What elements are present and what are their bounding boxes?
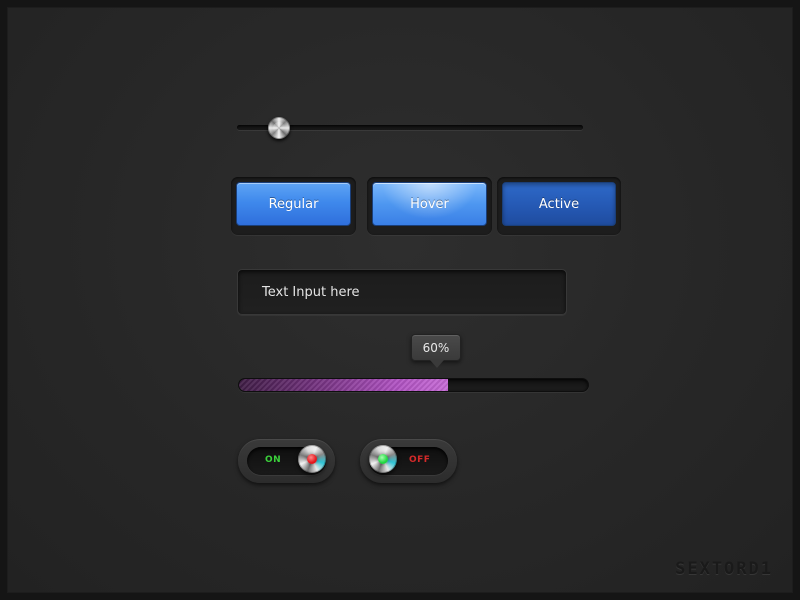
status-dot-icon xyxy=(307,454,317,464)
toggle-on-track: ON xyxy=(247,445,326,475)
toggle-on-label: ON xyxy=(265,455,282,465)
active-button[interactable]: Active xyxy=(502,182,616,226)
toggle-off-knob[interactable] xyxy=(369,445,397,473)
regular-button-frame: Regular xyxy=(231,177,356,235)
progress-fill xyxy=(239,379,448,391)
toggle-off[interactable]: OFF xyxy=(360,439,457,483)
sextord-watermark: SEXTORD1 xyxy=(675,559,773,579)
slider-knob[interactable] xyxy=(268,117,291,139)
progress-bar xyxy=(238,378,589,392)
status-dot-icon xyxy=(378,454,388,464)
hover-button[interactable]: Hover xyxy=(372,182,487,226)
active-button-frame: Active xyxy=(497,177,621,235)
toggle-off-track: OFF xyxy=(369,445,448,475)
toggle-off-label: OFF xyxy=(409,455,431,465)
progress-tooltip: 60% xyxy=(411,334,461,368)
toggle-on[interactable]: ON xyxy=(238,439,335,483)
toggle-on-knob[interactable] xyxy=(298,445,326,473)
text-input-field[interactable]: Text Input here xyxy=(237,269,567,315)
regular-button[interactable]: Regular xyxy=(236,182,351,226)
ui-kit-canvas: Regular Hover Active Text Input here 60%… xyxy=(7,7,793,593)
hover-button-frame: Hover xyxy=(367,177,492,235)
